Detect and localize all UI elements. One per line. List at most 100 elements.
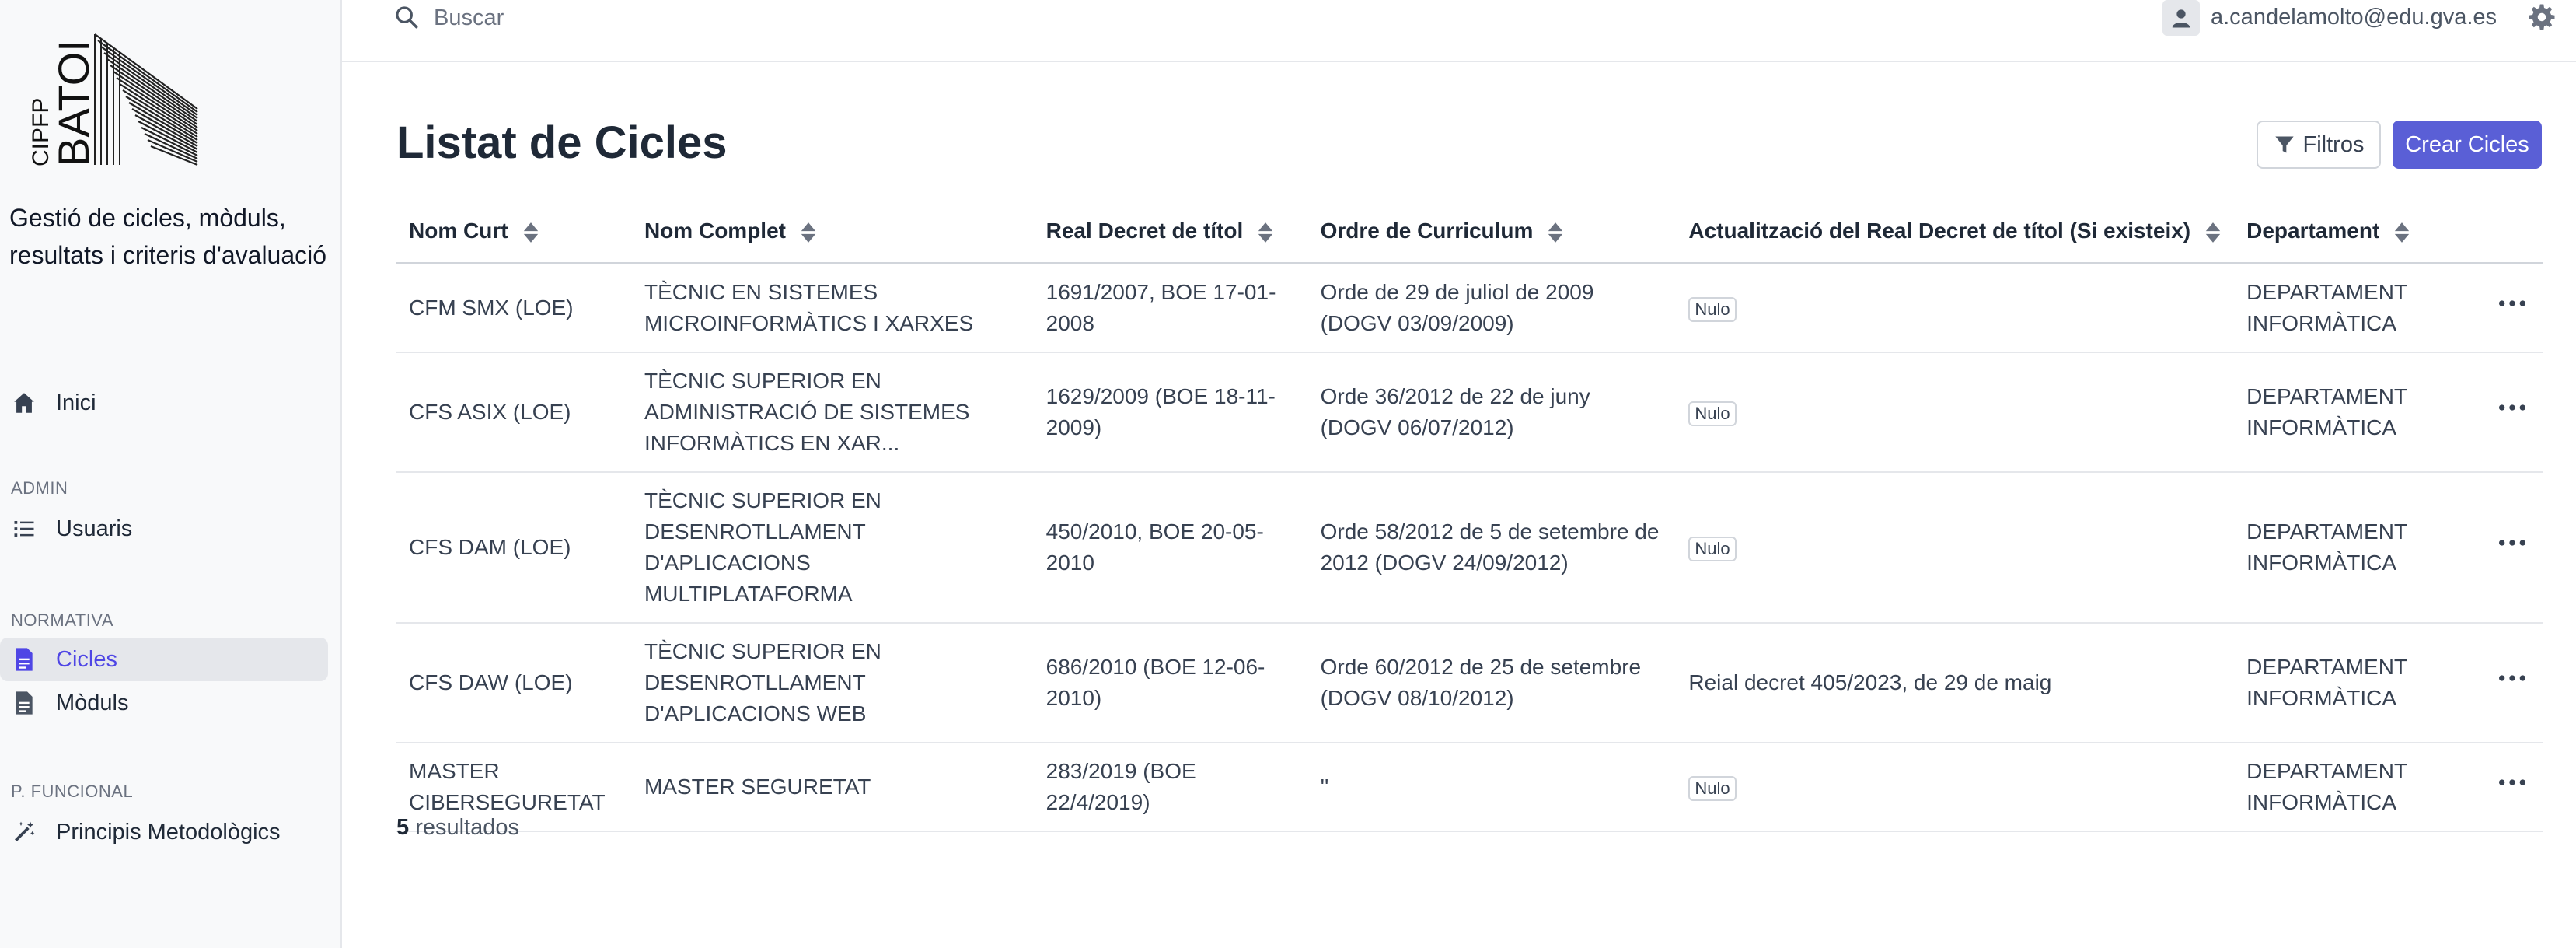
cell-ordre-curriculum: Orde 58/2012 de 5 de setembre de 2012 (D… [1307,471,1677,624]
sort-icon [1258,222,1273,243]
filter-button-label: Filtros [2302,131,2365,157]
cell-actions [2481,352,2543,473]
sidebar-item-cicles[interactable]: Cicles [0,638,328,681]
cell-ordre-curriculum: Orde de 29 de juliol de 2009 (DOGV 03/09… [1307,263,1677,353]
cell-real-decret: 686/2010 (BOE 12-06-2010) [1033,622,1308,743]
cell-nom-curt-text: CFS DAM (LOE) [409,534,571,559]
cell-ordre-curriculum: Orde 60/2012 de 25 de setembre (DOGV 08/… [1307,622,1677,743]
nav-section-admin: ADMIN [11,478,68,498]
column-header-label: Nom Curt [409,218,508,243]
table-body: CFM SMX (LOE) TÈCNIC EN SISTEMES MICROINF… [396,263,2543,832]
list-icon [11,516,37,542]
create-button-label: Crear Cicles [2405,131,2529,157]
cell-real-decret: 1691/2007, BOE 17-01-2008 [1033,263,1308,353]
results-label: resultados [415,815,520,840]
cell-real-decret-text: 1691/2007, BOE 17-01-2008 [1045,279,1276,335]
svg-text:BATOI: BATOI [49,40,98,166]
more-options-icon[interactable] [2497,663,2528,694]
document-icon [11,646,37,673]
cell-nom-complet-text: TÈCNIC SUPERIOR EN ADMINISTRACIÓ DE SIST… [644,368,970,455]
more-options-icon[interactable] [2497,767,2528,798]
cell-departament: DEPARTAMENT INFORMÀTICA [2234,471,2481,624]
cell-ordre-curriculum-text: Orde de 29 de juliol de 2009 (DOGV 03/09… [1320,279,1594,335]
more-options-icon[interactable] [2497,527,2528,558]
column-header-ordre-curriculum[interactable]: Ordre de Curriculum [1307,201,1677,264]
cell-nom-curt: CFS DAW (LOE) [396,622,632,743]
more-options-icon[interactable] [2497,392,2528,423]
cell-real-decret-text: 686/2010 (BOE 12-06-2010) [1045,654,1265,710]
cell-nom-curt: CFM SMX (LOE) [396,263,632,353]
cell-nom-curt: CFS ASIX (LOE) [396,352,632,473]
cell-nom-complet: TÈCNIC EN SISTEMES MICROINFORMÀTICS I XA… [631,263,1034,353]
cell-departament-text: DEPARTAMENT INFORMÀTICA [2246,383,2407,439]
table-row[interactable]: CFS DAM (LOE) TÈCNIC SUPERIOR EN DESENROT… [396,471,2543,624]
cicles-table: Nom Curt Nom Complet Real Decret de títo… [396,201,2543,832]
cell-actions [2481,471,2543,624]
cell-actions [2481,622,2543,743]
cell-actualitzacio: Nulo [1676,263,2235,353]
table-row[interactable]: CFS DAW (LOE) TÈCNIC SUPERIOR EN DESENROT… [396,622,2543,743]
create-cicles-button[interactable]: Crear Cicles [2393,121,2542,169]
app-tagline: Gestió de cicles, mòduls, resultats i cr… [9,204,327,269]
cell-departament-text: DEPARTAMENT INFORMÀTICA [2246,279,2407,335]
cell-real-decret: 283/2019 (BOE 22/4/2019) [1033,742,1308,832]
table-row[interactable]: MASTER CIBERSEGURETAT MASTER SEGURETAT 283… [396,742,2543,832]
nav-section-normativa: NORMATIVA [11,610,114,630]
column-header-nom-complet[interactable]: Nom Complet [631,201,1034,264]
cell-real-decret-text: 283/2019 (BOE 22/4/2019) [1045,758,1196,814]
column-header-label: Ordre de Curriculum [1320,218,1534,243]
sidebar-item-inici[interactable]: Inici [0,381,328,425]
null-badge: Nulo [1688,775,1737,801]
filter-button[interactable]: Filtros [2257,121,2381,169]
null-badge: Nulo [1688,536,1737,561]
sort-icon [2395,222,2410,243]
column-header-real-decret[interactable]: Real Decret de títol [1033,201,1308,264]
cell-real-decret: 1629/2009 (BOE 18-11-2009) [1033,352,1308,473]
column-header-actualitzacio[interactable]: Actualització del Real Decret de títol (… [1676,201,2235,264]
avatar[interactable] [2162,0,2200,36]
sidebar-item-usuaris[interactable]: Usuaris [0,507,328,551]
sidebar: CIPFP BATOI Gestió de cicles, mòduls, re… [0,0,342,948]
cell-actualitzacio: Nulo [1676,742,2235,832]
sort-icon [2205,222,2221,243]
sidebar-item-moduls[interactable]: Mòduls [0,681,328,725]
cell-departament: DEPARTAMENT INFORMÀTICA [2234,622,2481,743]
filter-icon [2274,136,2294,153]
user-icon [2172,9,2190,28]
sidebar-item-principis-metodologics[interactable]: Principis Metodològics [0,810,328,854]
cell-nom-complet: MASTER SEGURETAT [631,742,1034,832]
column-header-departament[interactable]: Departament [2234,201,2481,264]
table-row[interactable]: CFS ASIX (LOE) TÈCNIC SUPERIOR EN ADMINIS… [396,352,2543,473]
column-header-label: Departament [2246,218,2380,243]
results-count: 5 resultados [396,815,519,841]
cell-nom-complet: TÈCNIC SUPERIOR EN DESENROTLLAMENT D'APL… [631,471,1034,624]
more-options-icon[interactable] [2497,288,2528,319]
gear-icon[interactable] [2528,3,2556,31]
cell-departament: DEPARTAMENT INFORMÀTICA [2234,742,2481,832]
cell-actualitzacio: Nulo [1676,471,2235,624]
sort-icon [523,222,538,243]
sort-icon [1548,222,1563,243]
table-row[interactable]: CFM SMX (LOE) TÈCNIC EN SISTEMES MICROINF… [396,263,2543,353]
cell-nom-curt: CFS DAM (LOE) [396,471,632,624]
search-input[interactable] [434,0,1056,36]
cell-ordre-curriculum-text: '' [1320,774,1329,799]
sidebar-item-label: Usuaris [56,516,133,541]
cell-ordre-curriculum-text: Orde 36/2012 de 22 de juny (DOGV 06/07/2… [1320,383,1590,439]
cipfp-batoi-logo[interactable]: CIPFP BATOI [17,31,204,171]
topbar: a.candelamolto@edu.gva.es [342,0,2576,62]
document-icon [11,690,37,716]
cell-nom-curt-text: MASTER CIBERSEGURETAT [409,758,606,814]
user-email[interactable]: a.candelamolto@edu.gva.es [2211,5,2497,30]
cell-actualitzacio: Reial decret 405/2023, de 29 de maig [1676,622,2235,743]
null-badge: Nulo [1688,401,1737,426]
results-number: 5 [396,815,410,840]
cell-departament-text: DEPARTAMENT INFORMÀTICA [2246,519,2407,575]
magic-wand-icon [11,819,37,845]
cell-nom-complet: TÈCNIC SUPERIOR EN ADMINISTRACIÓ DE SIST… [631,352,1034,473]
nav-section-p-funcional: P. FUNCIONAL [11,782,134,801]
cell-actualitzacio: Nulo [1676,352,2235,473]
column-header-nom-curt[interactable]: Nom Curt [396,201,632,264]
cell-nom-curt-text: CFM SMX (LOE) [409,295,574,320]
cell-ordre-curriculum-text: Orde 60/2012 de 25 de setembre (DOGV 08/… [1320,654,1642,710]
